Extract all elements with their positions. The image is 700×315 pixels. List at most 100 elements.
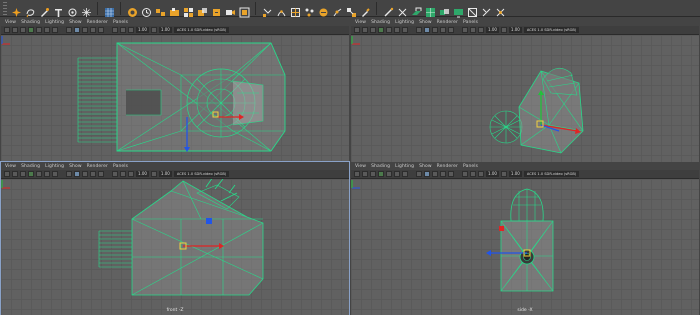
gamma-button[interactable] — [150, 171, 157, 177]
xray-button[interactable] — [462, 27, 468, 33]
menu-renderer[interactable]: Renderer — [437, 20, 458, 25]
menu-show[interactable]: Show — [69, 20, 82, 25]
menu-panels[interactable]: Panels — [113, 20, 128, 25]
paint-icon[interactable] — [360, 3, 371, 17]
shadows-button[interactable] — [98, 27, 104, 33]
exposure-button[interactable] — [128, 171, 134, 177]
bookmark-button[interactable] — [12, 171, 18, 177]
gamma-value[interactable]: 1.00 — [158, 27, 172, 33]
rig-icon[interactable] — [332, 3, 343, 16]
viewport-canvas[interactable]: side -X — [351, 179, 699, 315]
resolution-gate-button[interactable] — [394, 171, 400, 177]
film-gate-button[interactable] — [36, 27, 42, 33]
lights-button[interactable] — [90, 171, 96, 177]
exposure-value[interactable]: 1.00 — [486, 171, 499, 177]
gamma-value[interactable]: 1.00 — [158, 171, 172, 177]
select-tool-icon[interactable] — [11, 3, 22, 17]
grid-toggle-button[interactable] — [28, 171, 34, 177]
shadows-button[interactable] — [98, 171, 104, 177]
menu-show[interactable]: Show — [419, 164, 432, 169]
viewport-canvas[interactable]: top -Y — [1, 35, 349, 173]
lights-button[interactable] — [440, 27, 446, 33]
colorspace-dropdown[interactable]: ACES 1.0 SDR-video (sRGB) — [523, 27, 580, 33]
gamma-button[interactable] — [150, 27, 157, 33]
exposure-value[interactable]: 1.00 — [136, 27, 149, 33]
gate-mask-button[interactable] — [52, 27, 58, 33]
smooth-shade-button[interactable] — [74, 171, 80, 177]
wire-icon[interactable] — [481, 3, 492, 16]
xray-button[interactable] — [112, 27, 118, 33]
menu-shading[interactable]: Shading — [21, 164, 40, 169]
lights-button[interactable] — [440, 171, 446, 177]
material-icon[interactable] — [239, 3, 250, 17]
isolate-button[interactable] — [120, 171, 126, 177]
camera-icon[interactable] — [225, 3, 236, 15]
image-plane-button[interactable] — [370, 171, 376, 177]
textures-button[interactable] — [82, 27, 88, 33]
smooth-shade-button[interactable] — [74, 27, 80, 33]
viewport-panel-persp[interactable]: View Shading Lighting Show Renderer Pane… — [351, 18, 699, 173]
menu-view[interactable]: View — [355, 20, 366, 25]
render-settings-icon[interactable] — [183, 3, 194, 17]
isolate-button[interactable] — [470, 171, 476, 177]
bookmark-button[interactable] — [362, 27, 368, 33]
xray-button[interactable] — [462, 171, 468, 177]
colorspace-dropdown[interactable]: ACES 1.0 SDR-video (sRGB) — [523, 171, 580, 177]
lattice-icon[interactable] — [290, 3, 301, 17]
uv-icon[interactable] — [425, 3, 436, 17]
sets-icon[interactable] — [439, 3, 450, 15]
textures-button[interactable] — [432, 171, 438, 177]
textures-button[interactable] — [82, 171, 88, 177]
smooth-shade-button[interactable] — [424, 27, 430, 33]
menu-show[interactable]: Show — [419, 20, 432, 25]
menu-show[interactable]: Show — [69, 164, 82, 169]
menu-lighting[interactable]: Lighting — [395, 164, 414, 169]
render-icon[interactable] — [155, 3, 166, 16]
viewport-canvas[interactable]: persp — [351, 35, 699, 173]
gate-mask-button[interactable] — [402, 27, 408, 33]
bevel-icon[interactable] — [397, 3, 408, 16]
gamma-value[interactable]: 1.00 — [508, 27, 522, 33]
colorspace-dropdown[interactable]: ACES 1.0 SDR-video (sRGB) — [173, 27, 230, 33]
hypershade-icon[interactable] — [197, 3, 208, 16]
exposure-button[interactable] — [478, 171, 484, 177]
bookmark-button[interactable] — [362, 171, 368, 177]
tools-icon[interactable] — [495, 3, 506, 16]
viewport-panel-front[interactable]: View Shading Lighting Show Renderer Pane… — [0, 161, 350, 315]
menu-panels[interactable]: Panels — [463, 164, 478, 169]
magnet-icon[interactable] — [127, 3, 138, 17]
shadows-button[interactable] — [448, 171, 454, 177]
colorspace-dropdown[interactable]: ACES 1.0 SDR-video (sRGB) — [173, 171, 230, 177]
isolate-button[interactable] — [120, 27, 126, 33]
grid-toggle-button[interactable] — [28, 27, 34, 33]
menu-shading[interactable]: Shading — [371, 20, 390, 25]
camera-attr-button[interactable] — [4, 27, 10, 33]
cluster-icon[interactable] — [304, 3, 315, 16]
camera-attr-button[interactable] — [354, 171, 360, 177]
film-gate-button[interactable] — [386, 171, 392, 177]
menu-view[interactable]: View — [5, 20, 16, 25]
resolution-gate-button[interactable] — [44, 171, 50, 177]
viewport-panel-side[interactable]: View Shading Lighting Show Renderer Pane… — [351, 162, 699, 315]
menu-panels[interactable]: Panels — [463, 20, 478, 25]
resolution-gate-button[interactable] — [394, 27, 400, 33]
shadows-button[interactable] — [448, 27, 454, 33]
lasso-icon[interactable] — [25, 3, 36, 17]
menu-shading[interactable]: Shading — [21, 20, 40, 25]
display-icon[interactable] — [453, 3, 464, 17]
isolate-button[interactable] — [470, 27, 476, 33]
sculpt-icon[interactable] — [318, 3, 329, 16]
gamma-button[interactable] — [500, 27, 507, 33]
ipr-icon[interactable] — [169, 3, 180, 16]
snap-icon[interactable] — [81, 3, 92, 17]
exposure-button[interactable] — [128, 27, 134, 33]
constrain-icon[interactable] — [346, 3, 357, 17]
menu-renderer[interactable]: Renderer — [437, 164, 458, 169]
viewport-canvas[interactable]: front -Z — [1, 179, 349, 315]
menu-lighting[interactable]: Lighting — [45, 20, 64, 25]
menu-renderer[interactable]: Renderer — [87, 20, 108, 25]
soft-select-icon[interactable] — [67, 3, 78, 16]
image-plane-button[interactable] — [20, 27, 26, 33]
extrude-icon[interactable] — [411, 3, 422, 15]
camera-attr-button[interactable] — [4, 171, 10, 177]
